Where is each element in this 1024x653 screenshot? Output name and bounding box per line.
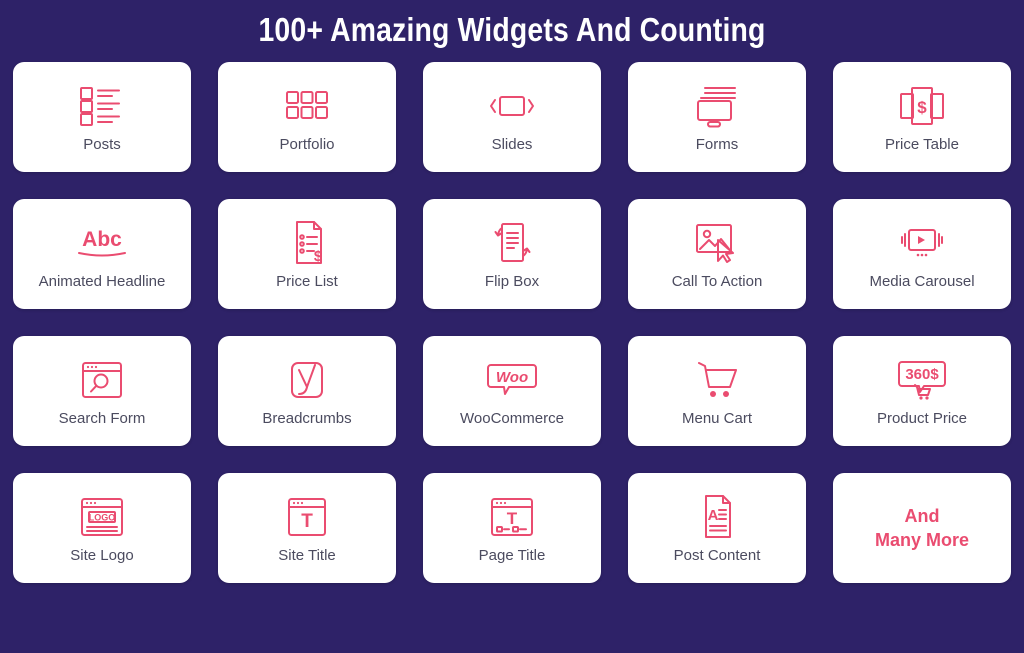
yoast-y-icon [286,354,328,406]
page-title-letter: T [507,509,518,528]
widget-label: Post Content [673,547,761,565]
media-carousel-play-icon [898,217,946,269]
widget-label: Product Price [876,410,968,428]
widget-label: Menu Cart [681,410,753,428]
page-title-browser-icon: T [489,491,535,543]
product-price-tag-icon: 360$ [896,354,948,406]
post-content-letter: A [708,507,719,524]
forms-monitor-icon [695,80,739,132]
price-list-currency: $ [314,248,323,265]
widget-card-search-form[interactable]: Search Form [13,336,191,446]
widget-label: WooCommerce [460,410,564,428]
widget-card-price-list[interactable]: $ Price List [218,199,396,309]
widget-label: Site Title [278,547,336,565]
site-title-browser-icon: T [286,491,328,543]
widget-card-animated-headline[interactable]: Abc Animated Headline [13,199,191,309]
woo-bubble-icon: Woo [485,354,539,406]
widget-label: Page Title [478,547,546,565]
widget-card-woocommerce[interactable]: Woo WooCommerce [423,336,601,446]
slides-icon [488,80,536,132]
widget-label: Media Carousel [869,273,975,291]
widget-label: Site Logo [70,547,134,565]
widget-label: Animated Headline [38,273,166,291]
widget-label: Call To Action [671,273,763,291]
widget-label: Price List [276,273,338,291]
widget-card-flip-box[interactable]: Flip Box [423,199,601,309]
more-label-line2: Many More [874,530,970,550]
widget-card-price-table[interactable]: $ Price Table [833,62,1011,172]
widget-card-and-many-more[interactable]: And Many More [833,473,1011,583]
widget-card-page-title[interactable]: T Page Title [423,473,601,583]
page-title: 100+ Amazing Widgets And Counting [258,11,766,48]
site-logo-browser-icon: LOGO [79,491,125,543]
product-price-value: 360$ [905,366,939,383]
widget-label: Flip Box [484,273,540,291]
widget-label: Breadcrumbs [262,410,352,428]
widget-card-slides[interactable]: Slides [423,62,601,172]
widget-card-portfolio[interactable]: Portfolio [218,62,396,172]
post-content-document-icon: A [697,491,737,543]
widget-card-posts[interactable]: Posts [13,62,191,172]
widget-label: Posts [83,136,121,154]
widget-label: Portfolio [279,136,335,154]
widget-label: Forms [695,136,739,154]
image-cursor-icon [694,217,740,269]
widget-card-breadcrumbs[interactable]: Breadcrumbs [218,336,396,446]
price-list-document-icon: $ [287,217,327,269]
widget-card-call-to-action[interactable]: Call To Action [628,199,806,309]
widget-label: Search Form [58,410,146,428]
shopping-cart-icon [694,354,740,406]
search-browser-icon [80,354,124,406]
woo-text: Woo [496,369,528,386]
widget-card-product-price[interactable]: 360$ Product Price [833,336,1011,446]
site-logo-text: LOGO [89,513,116,523]
site-title-letter: T [301,511,313,532]
widget-label: Price Table [885,136,959,154]
widget-label: Slides [491,136,533,154]
abc-underline-icon: Abc [72,217,132,269]
widget-card-forms[interactable]: Forms [628,62,806,172]
widget-card-menu-cart[interactable]: Menu Cart [628,336,806,446]
posts-icon [79,80,125,132]
price-table-icon: $ [899,80,945,132]
widget-card-site-logo[interactable]: LOGO Site Logo [13,473,191,583]
portfolio-grid-icon [285,80,329,132]
more-label-line1: And [904,505,940,526]
abc-text: Abc [82,228,122,251]
widget-card-site-title[interactable]: T Site Title [218,473,396,583]
price-table-currency: $ [917,98,927,117]
widget-grid: Posts Portfolio Slides Forms $ Price Tab… [0,62,1024,583]
flip-box-icon [489,217,535,269]
widget-card-post-content[interactable]: A Post Content [628,473,806,583]
widget-card-media-carousel[interactable]: Media Carousel [833,199,1011,309]
